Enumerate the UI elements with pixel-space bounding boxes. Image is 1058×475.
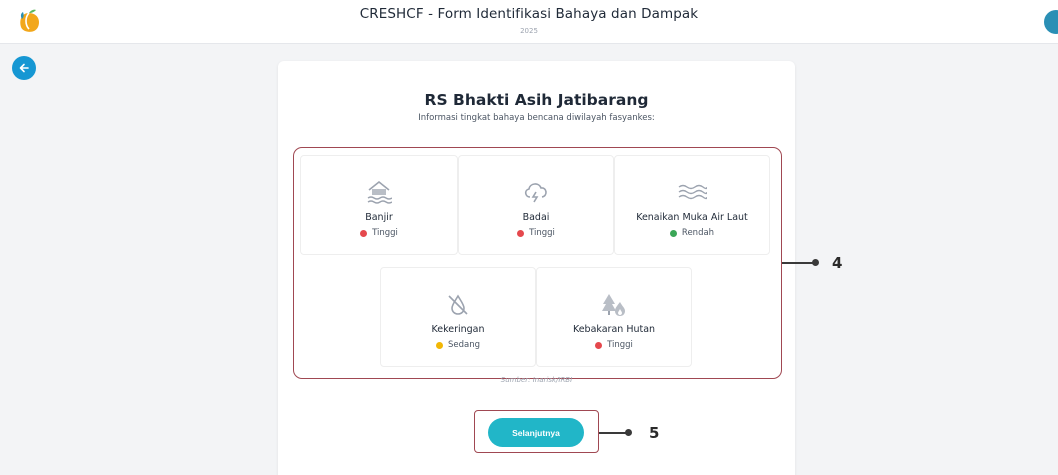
source-note: Sumber: Inarisk/IRBI — [500, 376, 573, 384]
hazard-highlight-frame — [293, 147, 782, 379]
hospital-name: RS Bhakti Asih Jatibarang — [424, 91, 649, 109]
callout-dot — [625, 429, 632, 436]
hazard-info-card: RS Bhakti Asih Jatibarang Informasi ting… — [278, 61, 795, 475]
page-title: CRESHCF - Form Identifikasi Bahaya dan D… — [359, 6, 699, 22]
arrow-left-icon — [19, 63, 29, 73]
page-year: 2025 — [520, 27, 538, 35]
callout-dot — [812, 259, 819, 266]
back-button[interactable] — [12, 56, 36, 80]
callout-number: 4 — [832, 254, 843, 272]
callout-line — [782, 262, 816, 264]
card-subtitle: Informasi tingkat bahaya bencana diwilay… — [418, 113, 655, 123]
next-button[interactable]: Selanjutnya — [488, 418, 584, 447]
callout-number: 5 — [649, 424, 660, 442]
app-header: CRESHCF - Form Identifikasi Bahaya dan D… — [0, 0, 1058, 44]
